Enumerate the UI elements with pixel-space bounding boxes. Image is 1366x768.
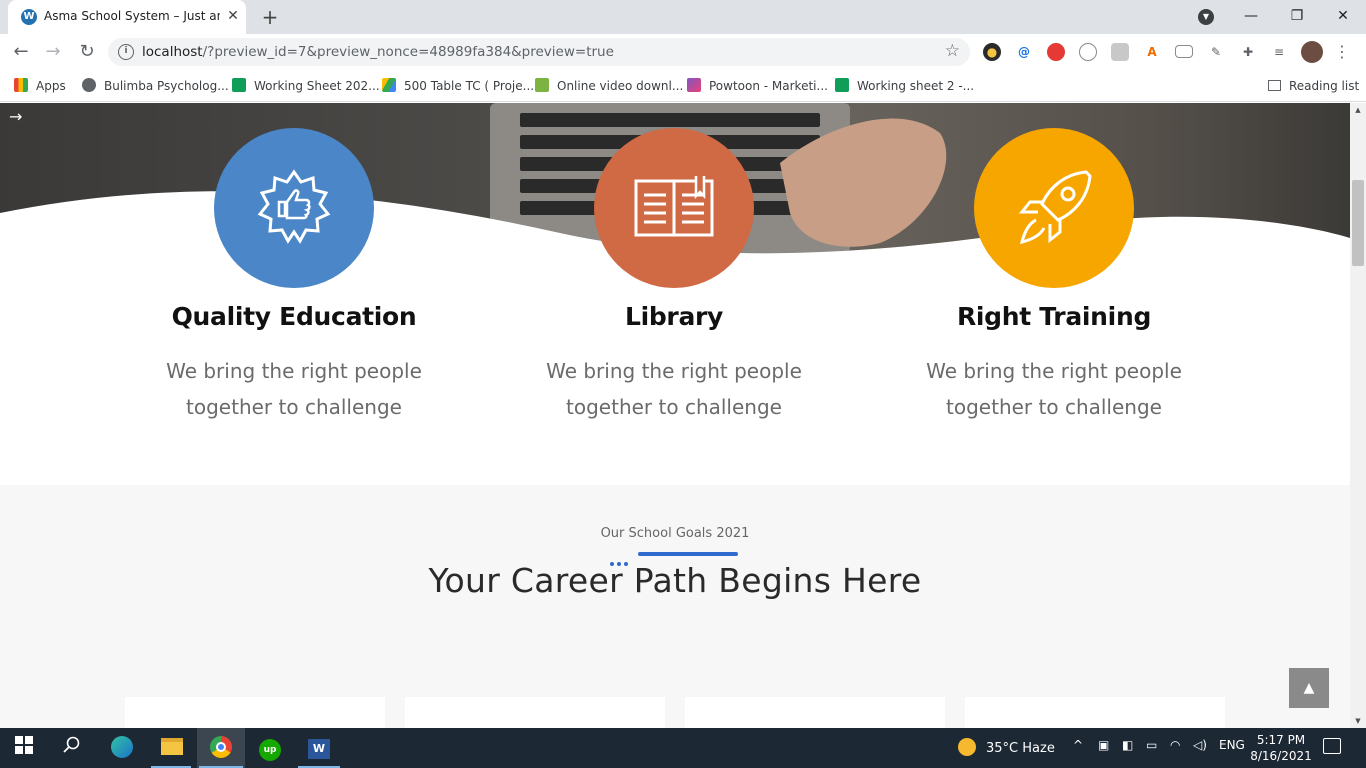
bookmark-working-sheet[interactable]: Working Sheet 202... bbox=[232, 76, 380, 96]
page-scrollbar[interactable]: ▲ ▼ bbox=[1350, 103, 1366, 728]
extension-square-icon[interactable] bbox=[1111, 43, 1129, 61]
bookmark-powtoon[interactable]: Powtoon - Marketi... bbox=[687, 76, 828, 96]
feature-library: Library We bring the right people togethe… bbox=[524, 128, 824, 425]
bookmark-bulimba[interactable]: Bulimba Psycholog... bbox=[82, 76, 229, 96]
feature-circle bbox=[974, 128, 1134, 288]
forward-button[interactable]: → bbox=[40, 39, 66, 65]
career-card[interactable] bbox=[965, 697, 1225, 728]
open-book-icon bbox=[634, 176, 714, 237]
drive-icon bbox=[382, 78, 396, 92]
back-button[interactable]: ← bbox=[8, 39, 34, 65]
weather-haze-icon bbox=[958, 738, 976, 756]
extension-globe-icon[interactable] bbox=[1079, 43, 1097, 61]
feature-description: We bring the right people together to cha… bbox=[166, 359, 422, 419]
site-info-icon[interactable]: i bbox=[118, 44, 134, 60]
minimize-button[interactable]: — bbox=[1236, 4, 1266, 28]
career-card[interactable] bbox=[685, 697, 945, 728]
scrollbar-thumb[interactable] bbox=[1352, 180, 1364, 266]
wifi-icon[interactable]: ◠ bbox=[1170, 738, 1180, 752]
browser-toolbar: ← → ↻ i localhost/?preview_id=7&preview_… bbox=[0, 34, 1366, 70]
extension-1-icon[interactable]: ● bbox=[983, 43, 1001, 61]
word-icon[interactable]: W bbox=[307, 736, 331, 760]
thumbs-up-badge-icon bbox=[257, 169, 331, 244]
reading-list-button[interactable]: Reading list bbox=[1268, 76, 1359, 96]
scroll-down-arrow-icon[interactable]: ▼ bbox=[1350, 714, 1366, 728]
tab-title: Asma School System – Just anot bbox=[44, 9, 220, 23]
scroll-up-arrow-icon[interactable]: ▲ bbox=[1350, 103, 1366, 117]
extension-pokeball-icon[interactable] bbox=[1047, 43, 1065, 61]
rocket-icon bbox=[1018, 170, 1092, 245]
new-tab-button[interactable]: + bbox=[258, 5, 282, 29]
tab-search-icon[interactable]: ▼ bbox=[1198, 9, 1214, 25]
bookmarks-bar: Apps Bulimba Psycholog... Working Sheet … bbox=[0, 70, 1366, 102]
wordpress-favicon-icon: W bbox=[21, 9, 37, 25]
school-goals-section: Our School Goals 2021 Your Career Path B… bbox=[0, 485, 1350, 728]
bookmark-apps[interactable]: Apps bbox=[14, 76, 66, 96]
globe-icon bbox=[82, 78, 96, 92]
section-kicker: Our School Goals 2021 bbox=[600, 526, 750, 541]
feature-circle bbox=[594, 128, 754, 288]
meet-now-icon[interactable]: ▣ bbox=[1098, 738, 1109, 752]
close-tab-icon[interactable]: ✕ bbox=[225, 7, 241, 25]
feature-right-training: Right Training We bring the right people… bbox=[904, 128, 1204, 425]
sheets-icon bbox=[835, 78, 849, 92]
show-hidden-icons-icon[interactable]: ^ bbox=[1073, 738, 1083, 752]
tab-strip: W Asma School System – Just anot ✕ + ▼ —… bbox=[0, 0, 1366, 34]
download-icon bbox=[535, 78, 549, 92]
feature-title: Library bbox=[624, 302, 724, 331]
scroll-to-top-button[interactable]: ▲ bbox=[1289, 668, 1329, 708]
sheets-icon bbox=[232, 78, 246, 92]
system-clock[interactable]: 5:17 PM 8/16/2021 bbox=[1248, 732, 1314, 764]
security-icon[interactable]: ◧ bbox=[1122, 738, 1133, 752]
career-card[interactable] bbox=[125, 697, 385, 728]
address-bar[interactable]: i localhost/?preview_id=7&preview_nonce=… bbox=[108, 38, 970, 66]
bookmark-working-sheet-2[interactable]: Working sheet 2 -... bbox=[835, 76, 974, 96]
language-indicator[interactable]: ENG bbox=[1219, 738, 1245, 752]
reload-button[interactable]: ↻ bbox=[74, 39, 100, 65]
upwork-icon[interactable]: up bbox=[258, 736, 282, 761]
url-text[interactable]: localhost/?preview_id=7&preview_nonce=48… bbox=[142, 44, 614, 60]
career-card[interactable] bbox=[405, 697, 665, 728]
feature-quality-education: Quality Education We bring the right peo… bbox=[144, 128, 444, 425]
chrome-icon[interactable] bbox=[209, 736, 233, 760]
restore-button[interactable]: ❐ bbox=[1282, 4, 1312, 28]
windows-taskbar: up W 35°C Haze ^ ▣ ◧ ▭ ◠ ◁) ENG 5:17 PM 8… bbox=[0, 728, 1366, 768]
powtoon-icon bbox=[687, 78, 701, 92]
search-icon[interactable] bbox=[60, 736, 84, 760]
bookmark-star-icon[interactable]: ☆ bbox=[945, 41, 960, 61]
edge-browser-icon[interactable] bbox=[110, 736, 134, 760]
browser-menu-icon[interactable]: ⋮ bbox=[1334, 40, 1350, 64]
file-explorer-icon[interactable] bbox=[160, 736, 184, 760]
window-close-button[interactable]: ✕ bbox=[1328, 4, 1358, 28]
profile-avatar[interactable] bbox=[1301, 41, 1323, 63]
media-control-icon[interactable]: ≡ bbox=[1270, 43, 1288, 61]
extension-mail-icon[interactable] bbox=[1175, 45, 1193, 58]
windows-start-icon[interactable] bbox=[12, 736, 36, 760]
bookmark-video-downloader[interactable]: Online video downl... bbox=[535, 76, 683, 96]
feature-circle bbox=[214, 128, 374, 288]
feature-title: Right Training bbox=[956, 302, 1152, 331]
extension-a-icon[interactable]: A bbox=[1143, 43, 1161, 61]
reading-list-icon bbox=[1268, 80, 1281, 91]
browser-tab-active[interactable]: W Asma School System – Just anot ✕ bbox=[8, 0, 246, 34]
page-viewport: → Quality Education We bring the right p… bbox=[0, 103, 1350, 728]
extensions-puzzle-icon[interactable]: ✚ bbox=[1239, 43, 1257, 61]
apps-grid-icon bbox=[14, 78, 28, 92]
bookmark-500-table[interactable]: 500 Table TC ( Proje... bbox=[382, 76, 534, 96]
notifications-icon[interactable] bbox=[1323, 738, 1341, 754]
section-heading: Your Career Path Begins Here bbox=[428, 561, 922, 600]
feature-description: We bring the right people together to cha… bbox=[926, 359, 1182, 419]
divider-bar bbox=[638, 552, 738, 556]
arrow-right-icon[interactable]: → bbox=[9, 107, 22, 126]
feature-description: We bring the right people together to cha… bbox=[546, 359, 802, 419]
volume-icon[interactable]: ◁) bbox=[1193, 738, 1207, 752]
extension-eyedropper-icon[interactable]: ✎ bbox=[1207, 43, 1225, 61]
battery-icon[interactable]: ▭ bbox=[1146, 738, 1157, 752]
weather-widget[interactable]: 35°C Haze bbox=[958, 738, 1055, 756]
feature-title: Quality Education bbox=[171, 302, 417, 331]
extension-at-icon[interactable]: @ bbox=[1015, 43, 1033, 61]
